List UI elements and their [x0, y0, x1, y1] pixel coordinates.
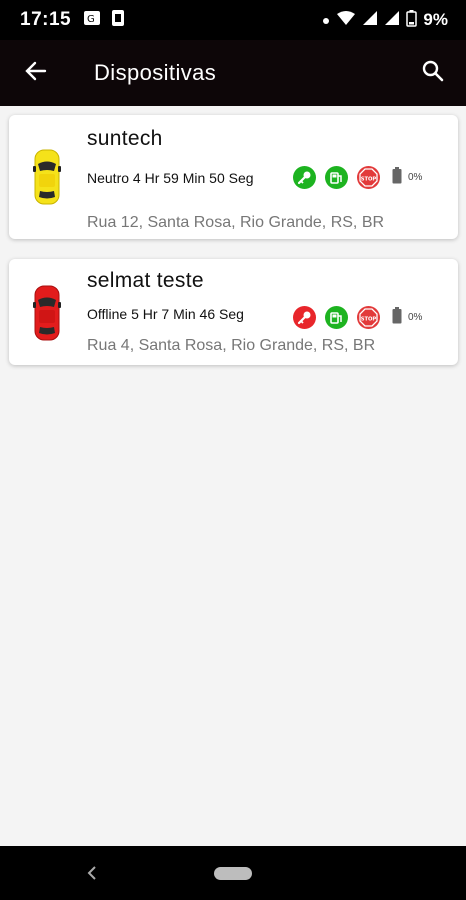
battery-icon	[392, 166, 402, 189]
device-badges: STOP 0%	[293, 166, 422, 189]
fuel-icon	[325, 166, 348, 189]
sim-icon	[111, 9, 125, 32]
stop-icon: STOP	[357, 166, 380, 189]
search-button[interactable]	[400, 40, 466, 106]
device-status: Neutro 4 Hr 59 Min 50 Seg	[87, 170, 254, 186]
status-time: 17:15	[20, 9, 72, 30]
dot-icon	[322, 10, 330, 30]
device-address: Rua 4, Santa Rosa, Rio Grande, RS, BR	[87, 337, 376, 354]
battery-level: 0%	[408, 312, 423, 323]
fuel-icon	[325, 306, 348, 329]
nav-back-icon[interactable]	[80, 861, 104, 885]
device-badges: STOP 0%	[293, 306, 422, 329]
signal-icon	[384, 10, 400, 31]
battery-percent: 9%	[423, 10, 448, 29]
system-nav-bar	[0, 846, 466, 900]
nav-home-handle[interactable]	[214, 867, 252, 880]
battery-icon	[406, 9, 418, 32]
svg-text:STOP: STOP	[361, 316, 377, 322]
battery-level: 0%	[408, 172, 423, 183]
signal-icon	[362, 10, 378, 31]
back-button[interactable]	[0, 40, 72, 106]
device-card[interactable]: selmat teste Offline 5 Hr 7 Min 46 Seg S…	[9, 259, 458, 365]
translate-icon: G	[83, 9, 101, 32]
page-title: Dispositivas	[94, 60, 217, 85]
battery-icon	[392, 306, 402, 329]
status-bar: 17:15 G 9%	[0, 0, 466, 40]
arrow-left-icon	[24, 59, 48, 88]
device-card[interactable]: suntech Neutro 4 Hr 59 Min 50 Seg STOP 0…	[9, 115, 458, 239]
device-address: Rua 12, Santa Rosa, Rio Grande, RS, BR	[87, 214, 385, 231]
car-red-icon	[33, 284, 61, 347]
wifi-icon	[336, 10, 356, 31]
device-status: Offline 5 Hr 7 Min 46 Seg	[87, 306, 244, 322]
key-icon	[293, 166, 316, 189]
key-icon	[293, 306, 316, 329]
device-name: selmat teste	[87, 269, 204, 292]
svg-text:STOP: STOP	[361, 176, 377, 182]
search-icon	[421, 59, 445, 88]
car-yellow-icon	[33, 148, 61, 211]
device-name: suntech	[87, 127, 163, 150]
svg-text:G: G	[87, 14, 95, 25]
stop-icon: STOP	[357, 306, 380, 329]
app-bar: Dispositivas	[0, 40, 466, 106]
